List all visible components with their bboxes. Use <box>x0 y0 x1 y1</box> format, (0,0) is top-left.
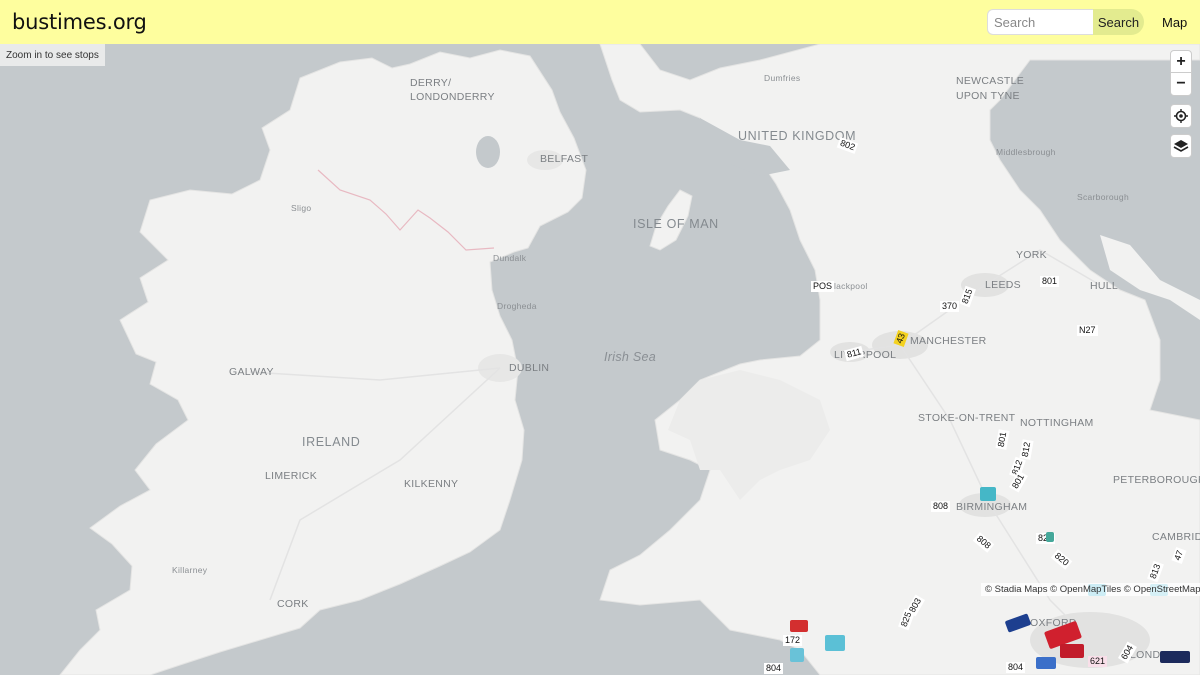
place-label: LIMERICK <box>265 470 317 482</box>
place-label: Scarborough <box>1077 192 1129 202</box>
place-label: Dumfries <box>764 73 801 83</box>
bus-marker[interactable]: 621 <box>1088 656 1108 667</box>
place-label: IRELAND <box>302 435 361 449</box>
map-attribution[interactable]: © Stadia Maps © OpenMapTiles © OpenStree… <box>981 583 1200 596</box>
place-label: CORK <box>277 598 309 610</box>
vehicle-icon[interactable] <box>1160 651 1190 663</box>
top-bar: bustimes.org Search Map <box>0 0 1200 44</box>
layers-control <box>1170 134 1192 158</box>
search-button[interactable]: Search <box>1093 9 1144 35</box>
place-label: Middlesbrough <box>996 147 1056 157</box>
bus-marker[interactable]: 370 <box>940 301 960 312</box>
vehicle-icon[interactable] <box>790 620 808 632</box>
place-label: Killarney <box>172 565 208 575</box>
place-label: LEEDS <box>985 279 1021 291</box>
vehicle-icon[interactable] <box>825 635 845 651</box>
place-label: MANCHESTER <box>910 335 987 347</box>
place-label: PETERBOROUGH <box>1113 474 1200 486</box>
bus-marker[interactable]: 801 <box>1040 276 1060 287</box>
bus-marker[interactable]: 804 <box>764 663 784 674</box>
place-label: DERRY/ <box>410 77 452 89</box>
vehicle-icon[interactable] <box>1036 657 1056 669</box>
zoom-hint: Zoom in to see stops <box>0 44 105 66</box>
site-logo-link[interactable]: bustimes.org <box>12 10 147 34</box>
bus-marker[interactable]: 172 <box>783 635 803 646</box>
bus-marker[interactable]: 804 <box>1006 662 1026 673</box>
place-label: NEWCASTLE <box>956 75 1025 87</box>
search-form: Search <box>987 9 1144 35</box>
place-label: BELFAST <box>540 153 589 165</box>
place-label: Dundalk <box>493 253 527 263</box>
place-label: GALWAY <box>229 366 274 378</box>
nav-map-link[interactable]: Map <box>1162 15 1187 30</box>
bus-marker[interactable]: N27 <box>1077 325 1098 336</box>
place-label: BIRMINGHAM <box>956 501 1028 513</box>
zoom-in-button[interactable]: + <box>1170 51 1192 73</box>
place-label: ISLE OF MAN <box>633 217 719 231</box>
place-label: UPON TYNE <box>956 90 1020 102</box>
map-view[interactable]: Zoom in to see stops DERRY/ LONDONDERRY … <box>0 44 1200 675</box>
vehicle-icon[interactable] <box>980 487 996 501</box>
vehicle-icon[interactable] <box>790 648 804 662</box>
bus-marker[interactable]: POS <box>811 281 835 292</box>
land-scotland <box>599 44 1200 675</box>
place-label: STOKE-ON-TRENT <box>918 412 1016 424</box>
place-label: LONDONDERRY <box>410 91 495 103</box>
locate-control <box>1170 104 1192 128</box>
layers-icon[interactable] <box>1170 135 1192 157</box>
vehicle-icon[interactable] <box>1046 532 1054 542</box>
place-label: YORK <box>1016 249 1047 261</box>
place-label: HULL <box>1090 280 1119 292</box>
zoom-control: + − <box>1170 50 1192 96</box>
place-label: Sligo <box>291 203 312 213</box>
place-label: CAMBRIDGE <box>1152 531 1200 543</box>
map-tiles <box>59 44 1200 675</box>
place-label: KILKENNY <box>404 478 459 490</box>
place-label: Drogheda <box>497 301 537 311</box>
bus-marker[interactable]: 808 <box>931 501 951 512</box>
place-label: NOTTINGHAM <box>1020 417 1094 429</box>
search-input[interactable] <box>987 9 1093 35</box>
vehicle-icon[interactable] <box>1060 644 1084 658</box>
place-label: DUBLIN <box>509 362 550 374</box>
zoom-out-button[interactable]: − <box>1170 73 1192 95</box>
place-label: Irish Sea <box>604 350 657 364</box>
locate-icon[interactable] <box>1170 105 1192 127</box>
